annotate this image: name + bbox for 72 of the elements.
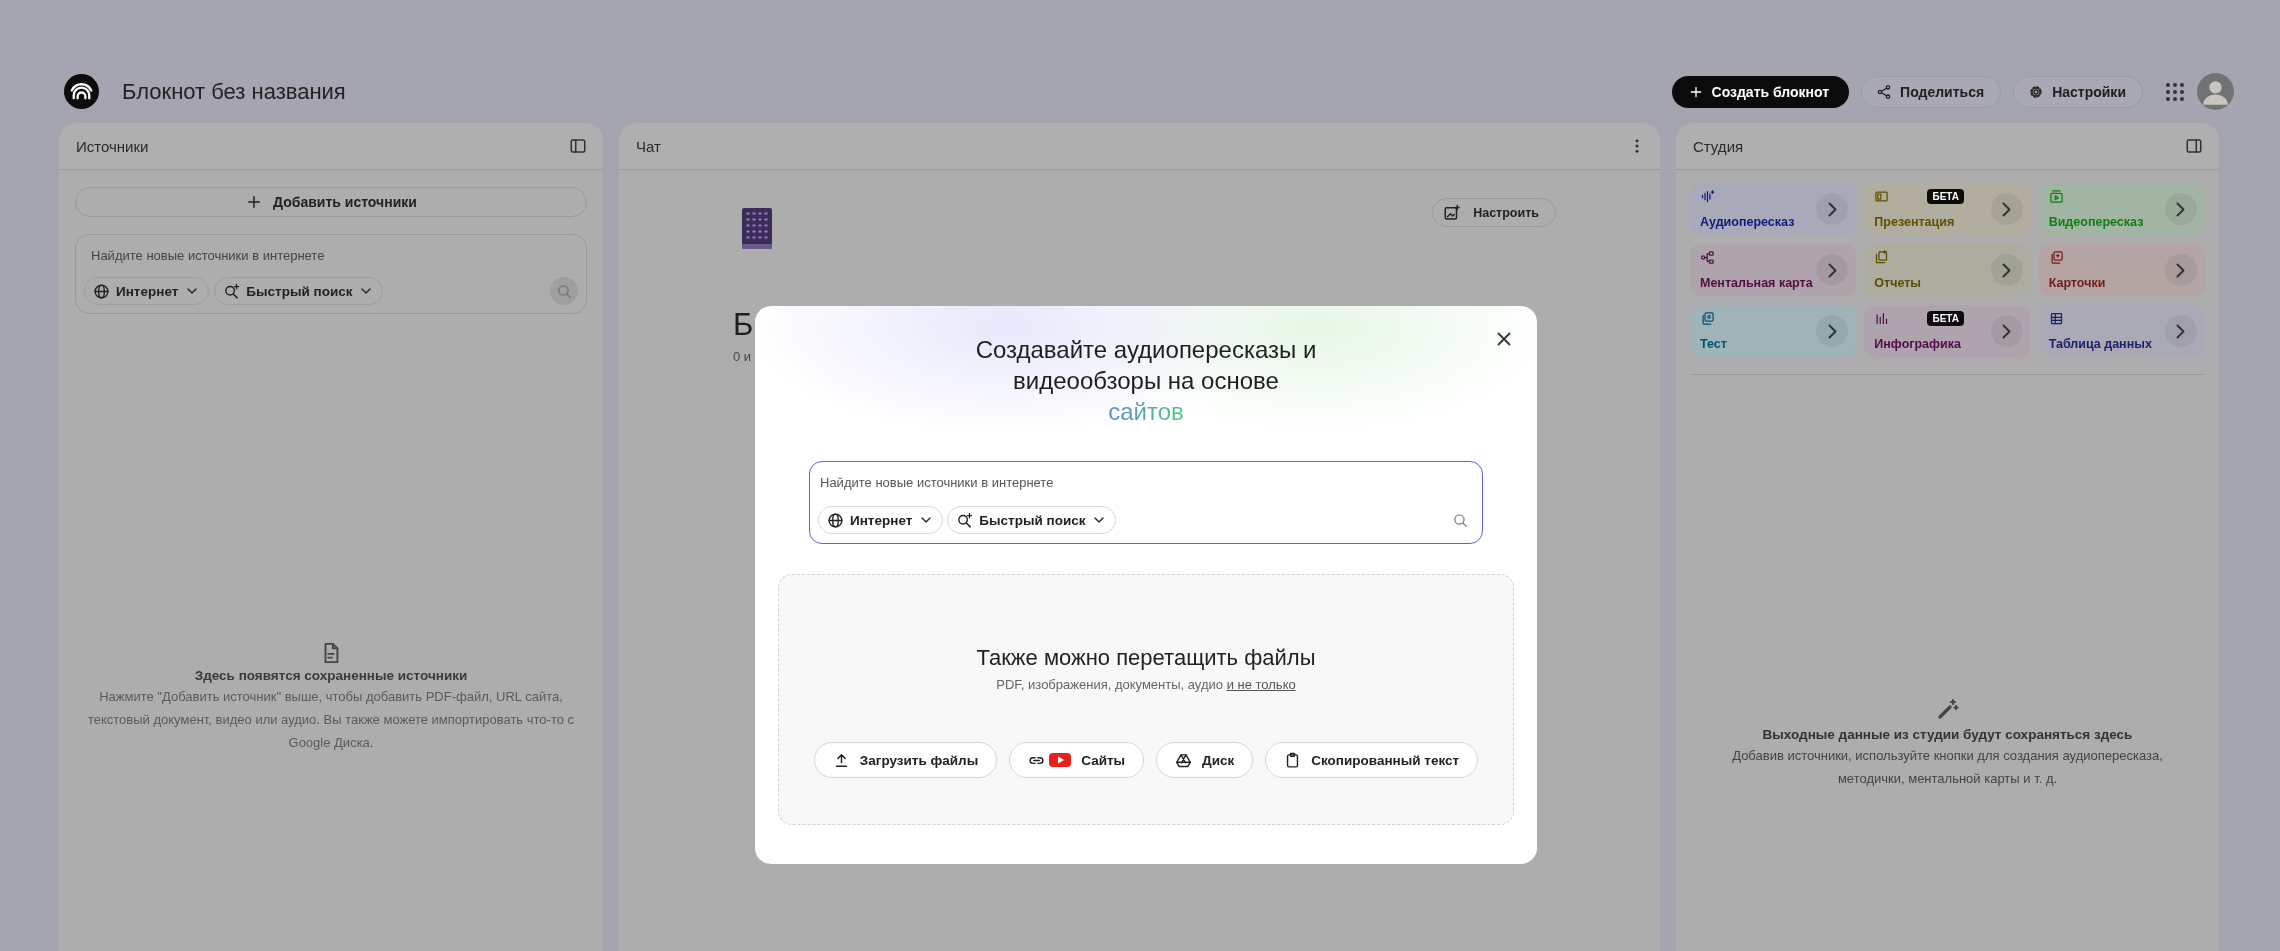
mind-map-icon: [1700, 250, 1715, 265]
empty-state-title: Выходные данные из студии будут сохраняться здесь: [1762, 727, 2133, 742]
settings-button[interactable]: Настройки: [2013, 75, 2143, 108]
chevron-right-icon: [2002, 201, 2012, 217]
source-button[interactable]: Диск: [1156, 742, 1254, 778]
globe-icon: [827, 511, 844, 529]
chevron-right-icon: [2176, 201, 2186, 217]
video-icon: [2048, 189, 2064, 204]
slides-icon: [1874, 189, 1890, 204]
empty-state-title: Здесь появятся сохраненные источники: [194, 668, 468, 683]
drive-icon: [1175, 751, 1193, 769]
image-sparkle-icon: [1443, 203, 1462, 222]
notebook-title[interactable]: Блокнот без названия: [122, 78, 346, 105]
sparkle-search-icon: [956, 511, 974, 529]
empty-state-text: Нажмите "Добавить источник" выше, чтобы добавить PDF-файл, URL сайта, текстовый документ, видео или аудио. Вы также можете импортировать что-то с Google Диска.: [86, 688, 576, 752]
chevron-right-icon: [1827, 323, 1837, 339]
studio-tile[interactable]: Отчеты: [1864, 244, 2031, 296]
studio-tile[interactable]: Карточки: [2038, 244, 2205, 296]
source-button[interactable]: Скопированный текст: [1265, 742, 1479, 778]
cards-icon: [2048, 250, 2064, 265]
settings-icon: [2028, 83, 2045, 100]
chevron-right-icon: [2002, 262, 2012, 278]
sound-wave-icon: [1700, 189, 1715, 204]
dialog-title: видеообзоры на основе: [1013, 366, 1279, 396]
source-button[interactable]: Сайты: [1009, 742, 1145, 778]
empty-state-text: Добавив источники, используйте кнопки для создания аудиопересказа, методички, ментальной карты и т. д.: [1731, 747, 2164, 788]
panel-title: Студия: [1693, 137, 1744, 155]
source-button[interactable]: Загрузить файлы: [813, 742, 998, 778]
panel-title: Чат: [636, 137, 661, 155]
panel-toggle-icon: [569, 137, 587, 155]
search-field[interactable]: Найдите новые источники в интернете: [84, 247, 578, 264]
studio-tile[interactable]: Тест: [1690, 305, 1857, 357]
studio-tile[interactable]: БЕТА Презентация: [1864, 183, 2031, 235]
search-icon: [1451, 511, 1469, 529]
globe-icon: [93, 282, 110, 300]
logo-icon[interactable]: [64, 74, 99, 109]
search-field[interactable]: Найдите новые источники в интернете: [818, 474, 1474, 491]
book-icon: [742, 208, 772, 249]
chevron-right-icon: [2002, 323, 2012, 339]
chevron-right-icon: [1827, 201, 1837, 217]
search-icon: [555, 282, 573, 300]
sparkle-search-icon: [223, 282, 241, 300]
studio-tile[interactable]: Аудиопересказ: [1690, 183, 1857, 235]
source-count: 0 и: [733, 349, 752, 364]
panel-title: Источники: [76, 137, 149, 155]
studio-tile[interactable]: Ментальная карта: [1690, 244, 1857, 296]
avatar[interactable]: [2197, 73, 2234, 110]
report-icon: [1874, 250, 1890, 265]
bar-chart-icon: [1874, 311, 1890, 326]
dialog-title: Создавайте аудиопересказы и: [975, 335, 1317, 365]
create-notebook-button[interactable]: Создать блокнот: [1671, 75, 1850, 108]
chevron-right-icon: [2176, 323, 2186, 339]
quiz-icon: [1700, 311, 1715, 326]
panel-toggle-icon: [2185, 137, 2203, 155]
table-icon: [2048, 311, 2064, 326]
more-link[interactable]: и не только: [1226, 677, 1296, 692]
collapse-button[interactable]: [2185, 137, 2203, 155]
beta-badge: БЕТА: [1927, 189, 1965, 204]
studio-tile[interactable]: БЕТА Инфографика: [1864, 305, 2031, 357]
apps-grid-icon[interactable]: [2165, 81, 2185, 102]
studio-tile[interactable]: Таблица данных: [2038, 305, 2205, 357]
drop-zone-title: Также можно перетащить файлы: [976, 645, 1316, 671]
drop-zone-text: PDF, изображения, документы, аудио и не только: [996, 677, 1296, 692]
beta-badge: БЕТА: [1927, 311, 1965, 326]
chevron-right-icon: [1827, 262, 1837, 278]
notebook-heading: Б: [733, 307, 754, 343]
collapse-button[interactable]: [569, 137, 587, 155]
chevron-right-icon: [2176, 262, 2186, 278]
share-icon: [1876, 83, 1893, 100]
drop-zone[interactable]: Также можно перетащить файлы PDF, изображения, документы, аудио и не только Загрузить файлы Сайты Диск Скопированный текст: [778, 574, 1514, 825]
share-button[interactable]: Поделиться: [1861, 75, 2002, 108]
video-play-icon: [1049, 752, 1072, 768]
